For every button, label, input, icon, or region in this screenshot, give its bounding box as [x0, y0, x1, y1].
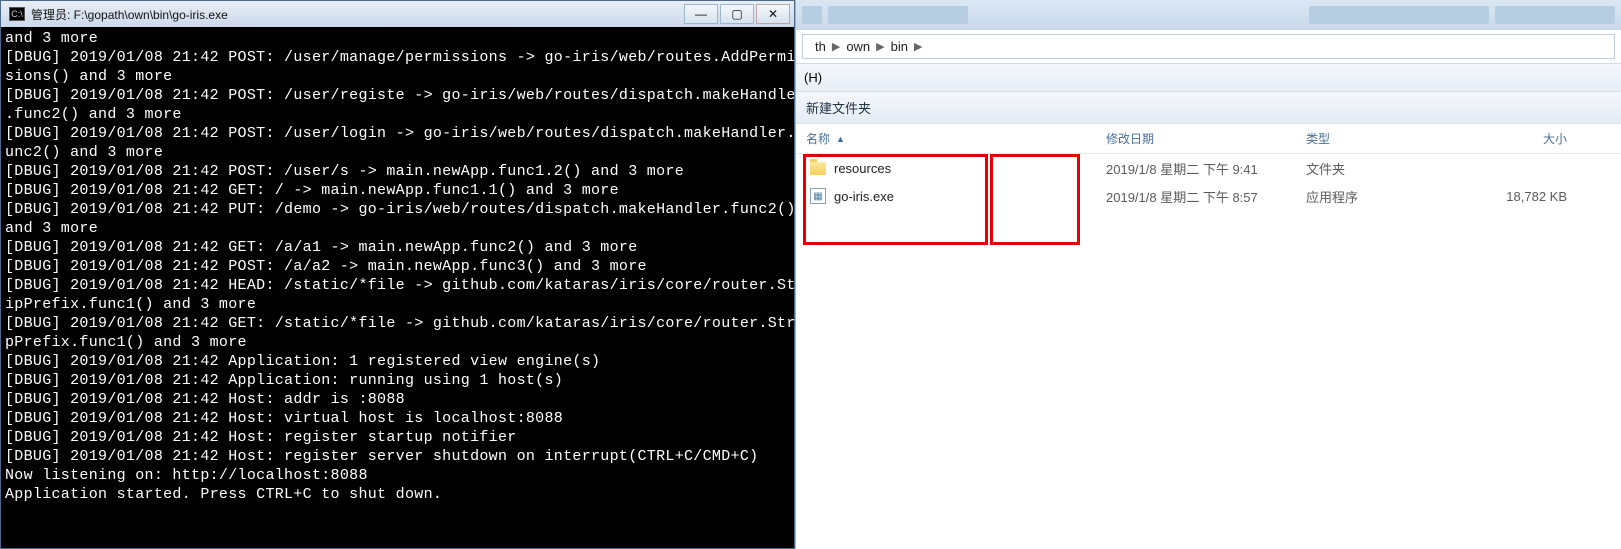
new-folder-button[interactable]: 新建文件夹: [806, 98, 871, 117]
chevron-right-icon: ▶: [832, 40, 840, 53]
breadcrumb-bar: th▶own▶bin▶: [796, 30, 1621, 64]
file-explorer: th▶own▶bin▶ (H) 新建文件夹 名称▲ 修改日期 类型 大小 res…: [795, 0, 1621, 549]
file-name: resources: [834, 161, 891, 176]
breadcrumb-segment[interactable]: bin: [885, 39, 914, 54]
chevron-right-icon: ▶: [914, 40, 922, 53]
breadcrumb-segment[interactable]: th: [809, 39, 832, 54]
file-list[interactable]: resources 2019/1/8 星期二 下午 9:41文件夹 go-iris.…: [796, 154, 1621, 549]
toolbar: 新建文件夹: [796, 92, 1621, 124]
blur-item: [1495, 6, 1615, 24]
file-name: go-iris.exe: [834, 189, 894, 204]
cmd-titlebar[interactable]: C:\ 管理员: F:\gopath\own\bin\go-iris.exe —…: [1, 1, 794, 27]
exe-icon: [810, 188, 826, 204]
file-row[interactable]: resources 2019/1/8 星期二 下午 9:41文件夹: [796, 154, 1621, 182]
file-row[interactable]: go-iris.exe 2019/1/8 星期二 下午 8:57应用程序18,78…: [796, 182, 1621, 210]
explorer-topbar-blur: [796, 0, 1621, 30]
menu-help[interactable]: (H): [804, 70, 822, 85]
close-button[interactable]: ✕: [756, 4, 790, 24]
blur-item: [1309, 6, 1489, 24]
col-type[interactable]: 类型: [1306, 130, 1416, 147]
cmd-window: C:\ 管理员: F:\gopath\own\bin\go-iris.exe —…: [0, 0, 795, 549]
breadcrumb-segment[interactable]: own: [840, 39, 876, 54]
file-type: 文件夹: [1306, 159, 1416, 178]
file-date: 2019/1/8 星期二 下午 9:41: [1106, 159, 1306, 178]
col-name[interactable]: 名称▲: [806, 130, 1106, 147]
sort-arrow-icon: ▲: [836, 134, 845, 144]
file-date: 2019/1/8 星期二 下午 8:57: [1106, 187, 1306, 206]
blur-item: [828, 6, 968, 24]
chevron-right-icon: ▶: [876, 40, 884, 53]
cmd-output[interactable]: and 3 more [DBUG] 2019/01/08 21:42 POST:…: [1, 27, 794, 548]
column-headers: 名称▲ 修改日期 类型 大小: [796, 124, 1621, 154]
file-size: 18,782 KB: [1416, 189, 1621, 204]
window-controls: — ▢ ✕: [684, 4, 790, 24]
file-type: 应用程序: [1306, 187, 1416, 206]
breadcrumb[interactable]: th▶own▶bin▶: [802, 34, 1615, 59]
col-size[interactable]: 大小: [1416, 130, 1621, 147]
cmd-title: 管理员: F:\gopath\own\bin\go-iris.exe: [31, 6, 684, 23]
minimize-button[interactable]: —: [684, 4, 718, 24]
col-date[interactable]: 修改日期: [1106, 130, 1306, 147]
cmd-icon: C:\: [9, 7, 25, 21]
menubar[interactable]: (H): [796, 64, 1621, 92]
folder-icon: [810, 162, 826, 175]
root: C:\ 管理员: F:\gopath\own\bin\go-iris.exe —…: [0, 0, 1621, 549]
maximize-button[interactable]: ▢: [720, 4, 754, 24]
blur-item: [802, 6, 822, 24]
